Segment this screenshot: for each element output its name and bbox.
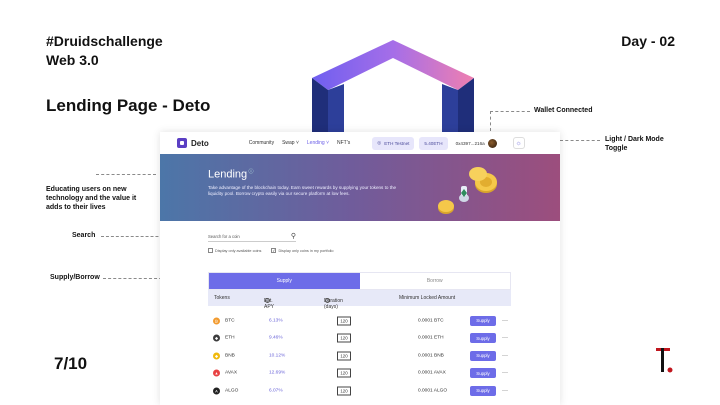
filter-portfolio-label: Display only coins in my portfolio <box>278 248 334 253</box>
annotation-wallet: Wallet Connected <box>534 107 593 114</box>
token-symbol: ALGO <box>225 388 239 394</box>
deto-logo-icon <box>177 138 187 148</box>
token-apy: 12.69% <box>269 370 286 376</box>
hashtag-title: #Druidschallenge <box>46 33 163 49</box>
supply-button[interactable]: Supply <box>470 315 496 326</box>
annotation-toggle: Light / Dark Mode Toggle <box>605 136 664 152</box>
hero-title: Lending ⓘ <box>208 168 254 181</box>
table-row: A ALGO 6.07% 120 0.0001 ALGO Supply ⋯ <box>208 382 511 400</box>
min-locked-amount: 0.0001 ETH <box>418 335 444 341</box>
col-tokens: Tokens <box>214 295 230 301</box>
more-options-icon[interactable]: ⋯ <box>502 352 508 359</box>
tab-borrow[interactable]: Borrow <box>360 273 511 289</box>
duration-input[interactable]: 120 <box>337 316 351 326</box>
tab-supply[interactable]: Supply <box>209 273 360 289</box>
table-row: ◆ ETH 9.46% 120 0.0001 ETH Supply ⋯ <box>208 330 511 348</box>
table-header: Tokens Est. APY i Duration (days) i Minimu… <box>208 290 511 310</box>
token-symbol: BTC <box>225 318 235 324</box>
table-row: ▲ AVAX 12.69% 120 0.0001 AVAX Supply ⋯ <box>208 365 511 383</box>
brand-name: Deto <box>191 138 209 148</box>
duration-input[interactable]: 120 <box>337 386 351 396</box>
sun-icon: ☼ <box>515 139 522 147</box>
token-apy: 10.12% <box>269 353 286 359</box>
top-nav: Deto Community Swap ˅ Lending ˅ NFT's ◎ … <box>160 132 560 154</box>
page-title: Lending Page - Deto <box>46 96 211 115</box>
filter-portfolio[interactable]: ✓ Display only coins in my portfolio <box>271 248 334 253</box>
more-options-icon[interactable]: ⋯ <box>502 370 508 377</box>
min-locked-amount: 0.0001 BNB <box>418 353 444 359</box>
network-icon: ◎ <box>377 140 382 145</box>
duration-input[interactable]: 120 <box>337 333 351 343</box>
token-apy: 6.07% <box>269 388 283 394</box>
token-symbol: ETH <box>225 335 235 341</box>
more-options-icon[interactable]: ⋯ <box>502 335 508 342</box>
wallet-balance: 5.40ETH <box>419 136 448 150</box>
supply-button[interactable]: Supply <box>470 333 496 344</box>
token-icon: ◆ <box>213 334 220 342</box>
supply-button[interactable]: Supply <box>470 350 496 361</box>
annotation-supply-borrow: Supply/Borrow <box>50 274 100 281</box>
token-icon: ₿ <box>213 317 220 325</box>
token-apy: 9.46% <box>269 335 283 341</box>
network-selector[interactable]: ◎ ETH Testnet <box>372 136 415 150</box>
nav-nfts[interactable]: NFT's <box>337 140 350 146</box>
filter-available-label: Display only available coins <box>215 248 262 253</box>
token-symbol: BNB <box>225 353 235 359</box>
token-symbol: AVAX <box>225 370 238 376</box>
token-icon: ▲ <box>213 369 220 377</box>
min-locked-amount: 0.0001 AVAX <box>418 370 446 376</box>
col-min-locked: Minimum Locked Amount <box>399 295 456 301</box>
app-window: Deto Community Swap ˅ Lending ˅ NFT's ◎ … <box>160 132 560 405</box>
search-placeholder: Search for a coin <box>208 234 240 239</box>
min-locked-amount: 0.0001 ALGO <box>418 388 448 394</box>
search-input[interactable]: Search for a coin ⚲ <box>208 232 296 242</box>
address-text: 0x4397...216a <box>455 140 485 146</box>
more-options-icon[interactable]: ⋯ <box>502 387 508 394</box>
checkbox-checked[interactable]: ✓ <box>271 248 277 253</box>
deto-logo-large <box>312 40 474 138</box>
info-icon: ⓘ <box>247 169 254 175</box>
token-table: ₿ BTC 6.13% 120 0.0001 BTC Supply ⋯ ◆ ETH 9.46% 12… <box>208 312 511 400</box>
brand[interactable]: Deto <box>177 138 209 148</box>
nav-links: Community Swap ˅ Lending ˅ NFT's <box>249 140 350 146</box>
coins-illustration <box>438 167 497 214</box>
search-icon[interactable]: ⚲ <box>291 233 296 240</box>
annotation-educating: Educating users on new technology and th… <box>46 186 137 211</box>
nav-community[interactable]: Community <box>249 140 274 146</box>
subtitle: Web 3.0 <box>46 52 99 68</box>
info-icon[interactable]: i <box>325 298 330 303</box>
author-logo <box>656 348 673 373</box>
supply-button[interactable]: Supply <box>470 368 496 379</box>
table-row: ◆ BNB 10.12% 120 0.0001 BNB Supply ⋯ <box>208 347 511 365</box>
filter-available[interactable]: Display only available coins <box>208 248 261 253</box>
info-icon[interactable]: i <box>265 298 270 303</box>
page-number: 7/10 <box>54 354 88 373</box>
nav-lending[interactable]: Lending ˅ <box>307 140 329 146</box>
token-icon: A <box>213 387 220 395</box>
avatar <box>487 138 497 148</box>
nav-swap[interactable]: Swap ˅ <box>282 140 299 146</box>
token-apy: 6.13% <box>269 318 283 324</box>
network-label: ETH Testnet <box>384 140 410 146</box>
checkbox-unchecked[interactable] <box>208 248 213 253</box>
supply-borrow-tabs: Supply Borrow <box>208 272 511 290</box>
table-row: ₿ BTC 6.13% 120 0.0001 BTC Supply ⋯ <box>208 312 511 330</box>
token-icon: ◆ <box>213 352 220 360</box>
theme-toggle[interactable]: ☼ <box>512 137 525 149</box>
day-label: Day - 02 <box>621 33 675 49</box>
supply-button[interactable]: Supply <box>470 385 496 396</box>
more-options-icon[interactable]: ⋯ <box>502 317 508 324</box>
wallet-address[interactable]: 0x4397...216a <box>451 137 502 150</box>
duration-input[interactable]: 120 <box>337 368 351 378</box>
filters: Display only available coins ✓ Display o… <box>208 248 334 253</box>
annotation-search: Search <box>72 232 96 239</box>
lending-hero: Lending ⓘ Take advantage of the blockcha… <box>160 154 560 221</box>
min-locked-amount: 0.0001 BTC <box>418 318 444 324</box>
duration-input[interactable]: 120 <box>337 351 351 361</box>
hero-description: Take advantage of the blockchain today. … <box>208 185 397 196</box>
